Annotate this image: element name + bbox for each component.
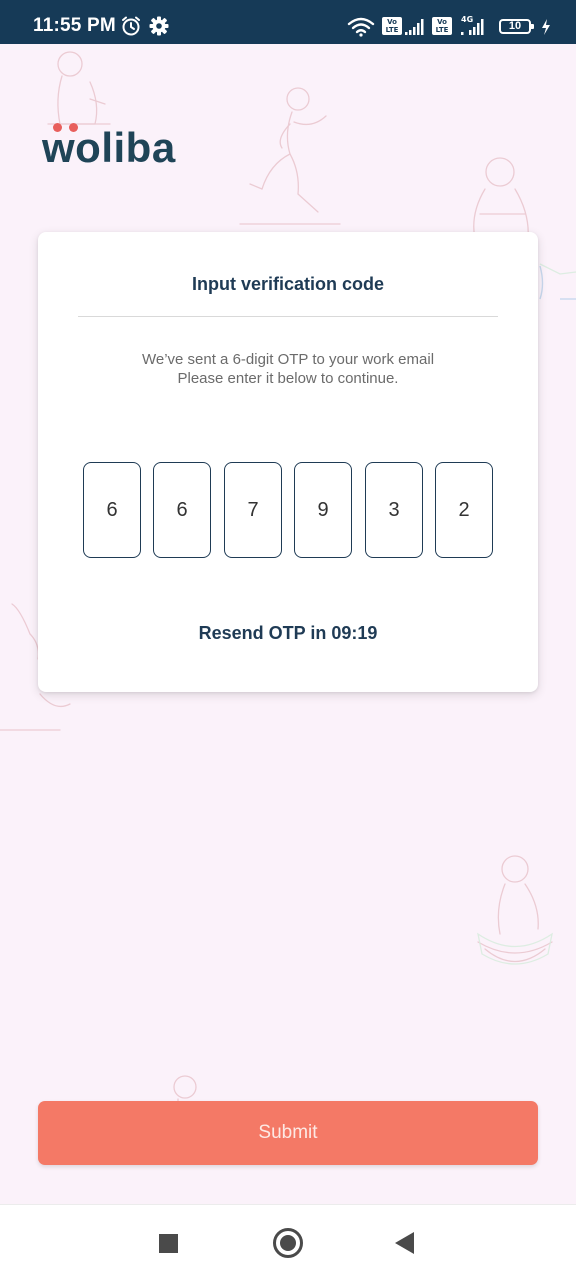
- volte-badge-2: Vo LTE: [432, 17, 452, 35]
- verification-card: Input verification code We’ve sent a 6-d…: [38, 232, 538, 692]
- navigation-bar: [0, 1204, 576, 1280]
- volte-label-1: Vo LTE: [385, 18, 399, 34]
- logo-text: woliba: [42, 124, 176, 171]
- volte-badge-1: Vo LTE: [382, 17, 402, 35]
- battery-icon: 10: [499, 19, 534, 34]
- title-divider: [78, 316, 498, 317]
- woliba-logo: woliba: [42, 123, 202, 171]
- description-line-1: We’ve sent a 6-digit OTP to your work em…: [141, 351, 435, 368]
- otp-digit-input[interactable]: 6: [153, 462, 211, 558]
- otp-digit-input[interactable]: 9: [294, 462, 352, 558]
- charging-icon: [542, 19, 550, 35]
- home-icon[interactable]: [273, 1228, 303, 1258]
- signal-icon-2: [461, 19, 484, 35]
- battery-level: 10: [508, 20, 522, 32]
- recent-apps-icon[interactable]: [159, 1234, 178, 1253]
- otp-input-row: 6 6 7 9 3 2: [83, 462, 493, 558]
- otp-digit-input[interactable]: 7: [224, 462, 282, 558]
- logo-dot-left: [53, 123, 62, 132]
- otp-digit-input[interactable]: 2: [435, 462, 493, 558]
- resend-otp-timer[interactable]: Resend OTP in 09:19: [38, 623, 538, 644]
- status-bar: 11:55 PM Vo LTE Vo LTE 4G 10: [0, 0, 576, 44]
- wifi-icon: [347, 17, 375, 37]
- signal-icon-1: [405, 19, 424, 35]
- status-time: 11:55 PM: [33, 15, 116, 36]
- otp-digit-input[interactable]: 3: [365, 462, 423, 558]
- volte-label-2: Vo LTE: [435, 18, 449, 34]
- back-icon[interactable]: [395, 1232, 414, 1254]
- alarm-icon: [122, 16, 140, 36]
- otp-digit-input[interactable]: 6: [83, 462, 141, 558]
- logo-dot-right: [69, 123, 78, 132]
- card-title: Input verification code: [191, 274, 385, 294]
- description-line-2: Please enter it below to continue.: [177, 370, 399, 387]
- gear-icon: [149, 16, 169, 36]
- submit-button[interactable]: Submit: [38, 1101, 538, 1165]
